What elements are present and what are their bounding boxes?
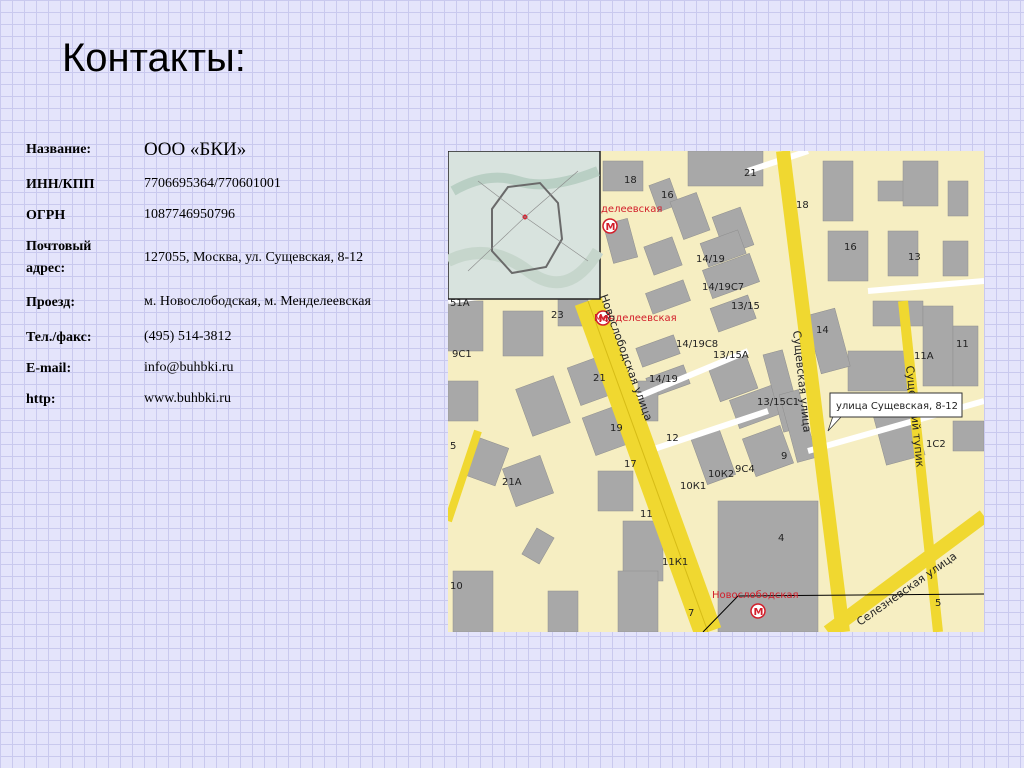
bnum-11: 11 xyxy=(956,339,969,350)
label-http: http: xyxy=(26,392,56,407)
bnum-16a: 16 xyxy=(661,190,674,201)
label-email: E-mail: xyxy=(26,361,72,376)
metro-label-mendeleevskaya-top: делеевская xyxy=(601,204,662,215)
map-svg: М М М делеевская Менделеевская Новослобо… xyxy=(448,151,984,632)
label-inn: ИНН/КПП xyxy=(26,177,95,192)
bnum-13: 13 xyxy=(908,252,921,263)
label-phone: Тел./факс: xyxy=(26,330,92,345)
bnum-14-19c7: 14/19С7 xyxy=(702,282,744,293)
callout-text: улица Сущевская, 8-12 xyxy=(836,401,958,412)
metro-label-novoslobodskaya: Новослободская xyxy=(712,590,799,601)
bnum-11a: 11А xyxy=(914,351,934,362)
bnum-9: 9 xyxy=(781,451,787,462)
bnum-13-15: 13/15 xyxy=(731,301,760,312)
location-map[interactable]: М М М делеевская Менделеевская Новослобо… xyxy=(448,151,984,632)
label-address-line2: адрес: xyxy=(26,261,66,276)
label-ogrn: ОГРН xyxy=(26,208,66,223)
bnum-21: 21 xyxy=(593,373,606,384)
bnum-10: 10 xyxy=(450,581,463,592)
bnum-16b: 16 xyxy=(844,242,857,253)
svg-text:М: М xyxy=(606,222,616,233)
bnum-18a: 18 xyxy=(624,175,637,186)
metro-icon-mendeleevskaya-top: М xyxy=(602,218,618,234)
bnum-5b: 5 xyxy=(935,598,941,609)
bnum-14-19b: 14/19 xyxy=(649,374,678,385)
bnum-9c4: 9С4 xyxy=(735,464,755,475)
bnum-14-19c8: 14/19С8 xyxy=(676,339,718,350)
bnum-21a: 21А xyxy=(502,477,522,488)
bnum-21top: 21 xyxy=(744,168,757,179)
svg-text:М: М xyxy=(754,607,764,618)
bnum-18b: 18 xyxy=(796,200,809,211)
bnum-51a: 51А xyxy=(450,298,470,309)
bnum-17: 17 xyxy=(624,459,637,470)
bnum-5: 5 xyxy=(450,441,456,452)
value-email[interactable]: info@buhbki.ru xyxy=(144,360,234,376)
bnum-13-15a: 13/15А xyxy=(713,350,749,361)
label-name: Название: xyxy=(26,142,92,157)
value-http[interactable]: www.buhbki.ru xyxy=(144,391,231,407)
bnum-1c2: 1С2 xyxy=(926,439,946,450)
label-address-line1: Почтовый xyxy=(26,239,92,254)
bnum-4: 4 xyxy=(778,533,784,544)
bnum-14-19: 14/19 xyxy=(696,254,725,265)
bnum-12: 12 xyxy=(666,433,679,444)
bnum-14: 14 xyxy=(816,325,829,336)
bnum-10k2: 10К2 xyxy=(708,469,734,480)
bnum-9c1: 9С1 xyxy=(452,349,472,360)
value-route: м. Новослободская, м. Менделеевская xyxy=(144,294,371,309)
value-name: ООО «БКИ» xyxy=(144,139,247,160)
bnum-7: 7 xyxy=(688,608,694,619)
value-ogrn: 1087746950796 xyxy=(144,207,235,222)
bnum-11b: 11 xyxy=(640,509,653,520)
bnum-10k1: 10К1 xyxy=(680,481,706,492)
value-inn: 7706695364/770601001 xyxy=(144,176,281,191)
metro-icon-novoslobodskaya: М xyxy=(750,603,766,619)
bnum-13-15c1: 13/15С1 xyxy=(757,397,799,408)
page-title: Контакты: xyxy=(62,36,246,80)
bnum-19: 19 xyxy=(610,423,623,434)
label-route: Проезд: xyxy=(26,295,76,310)
value-address: 127055, Москва, ул. Сущевская, 8-12 xyxy=(144,250,364,265)
value-phone: (495) 514-3812 xyxy=(144,329,232,344)
bnum-11k1: 11К1 xyxy=(662,557,688,568)
bnum-23: 23 xyxy=(551,310,564,321)
overview-inset xyxy=(448,151,604,300)
